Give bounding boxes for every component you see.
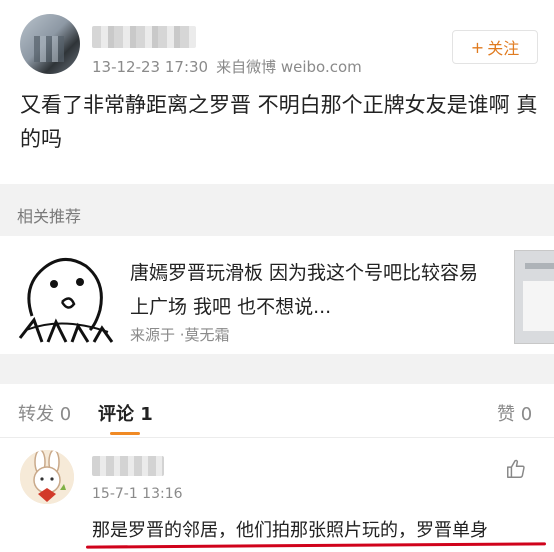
- tab-like[interactable]: 赞 0: [497, 400, 532, 426]
- follow-label: 关注: [487, 39, 520, 58]
- post-meta: 13-12-23 17:30 来自微博 weibo.com: [92, 56, 362, 77]
- comment-text: 那是罗晋的邻居，他们拍那张照片玩的，罗晋单身: [92, 520, 488, 541]
- weibo-post: 13-12-23 17:30 来自微博 weibo.com + 关注 又看了非常静距…: [0, 0, 554, 184]
- tab-comment[interactable]: 评论 1: [98, 400, 153, 426]
- active-tab-indicator: [110, 432, 140, 435]
- comment-item: 15-7-1 13:16 那是罗晋的邻居，他们拍那张照片玩的，罗晋单身: [0, 438, 554, 552]
- thumbs-up-icon[interactable]: [505, 458, 527, 480]
- cartoon-face-thumbnail: [18, 258, 114, 343]
- post-timestamp: 13-12-23 17:30: [92, 58, 209, 76]
- follow-button[interactable]: + 关注: [452, 30, 538, 64]
- related-section-label: 相关推荐: [17, 207, 82, 226]
- post-source: 来自微博 weibo.com: [216, 58, 362, 76]
- username-blurred[interactable]: [92, 26, 196, 48]
- user-avatar[interactable]: [20, 14, 80, 74]
- related-card-source: 来源于 ·莫无霜: [130, 326, 230, 344]
- plus-icon: +: [470, 37, 485, 57]
- comment-time: 15-7-1 13:16: [92, 486, 183, 502]
- related-card[interactable]: 唐嫣罗晋玩滑板 因为我这个号吧比较容易上广场 我吧 也不想说... 来源于 ·莫…: [0, 236, 554, 354]
- tab-forward[interactable]: 转发 0: [18, 400, 71, 426]
- commenter-avatar[interactable]: [20, 450, 74, 504]
- related-card-text: 唐嫣罗晋玩滑板 因为我这个号吧比较容易上广场 我吧 也不想说...: [130, 262, 479, 318]
- post-text: 又看了非常静距离之罗晋 不明白那个正牌女友是谁啊 真的吗: [20, 93, 538, 151]
- red-highlight-underline: [85, 542, 547, 549]
- interaction-tabs: 转发 0 评论 1 赞 0: [0, 384, 554, 438]
- commenter-name-blurred[interactable]: [92, 456, 164, 476]
- next-card-preview[interactable]: [514, 250, 554, 344]
